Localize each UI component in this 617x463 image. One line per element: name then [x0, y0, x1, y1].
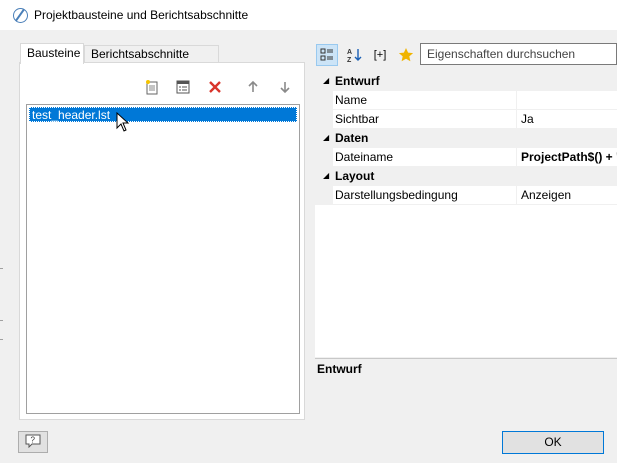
- title-bar: Projektbausteine und Berichtsabschnitte: [0, 0, 617, 30]
- bausteine-list[interactable]: test_header.lst: [26, 104, 300, 414]
- help-button[interactable]: ?: [18, 431, 48, 453]
- move-up-icon[interactable]: [245, 79, 261, 95]
- categorized-icon[interactable]: [316, 44, 338, 66]
- expand-all-button[interactable]: [+]: [369, 44, 391, 66]
- property-grid: ◢ Entwurf Name Sichtbar Ja ◢ Daten Datei…: [315, 72, 617, 357]
- divider: [0, 320, 3, 340]
- new-item-icon[interactable]: [144, 79, 160, 95]
- category-entwurf[interactable]: ◢ Entwurf: [315, 72, 617, 91]
- star-icon[interactable]: [395, 44, 417, 66]
- list-item[interactable]: test_header.lst: [29, 107, 297, 122]
- ok-button[interactable]: OK: [502, 431, 604, 454]
- divider: [0, 268, 3, 269]
- property-row-sichtbar[interactable]: Sichtbar Ja: [315, 110, 617, 129]
- property-row-name[interactable]: Name: [315, 91, 617, 110]
- property-search-input[interactable]: Eigenschaften durchsuchen: [420, 43, 617, 65]
- svg-text:A: A: [347, 49, 352, 56]
- category-layout[interactable]: ◢ Layout: [315, 167, 617, 186]
- properties-icon[interactable]: [175, 79, 191, 95]
- mouse-pointer-icon: [116, 111, 130, 135]
- description-panel: Entwurf: [315, 358, 617, 420]
- description-title: Entwurf: [317, 362, 362, 376]
- tab-berichtsabschnitte[interactable]: Berichtsabschnitte: [84, 45, 219, 63]
- svg-text:?: ?: [31, 435, 36, 444]
- svg-text:Z: Z: [347, 57, 352, 63]
- tab-bausteine[interactable]: Bausteine: [20, 43, 84, 64]
- app-icon: [13, 8, 28, 23]
- move-down-icon[interactable]: [277, 79, 293, 95]
- property-row-dateiname[interactable]: Dateiname ProjectPath$() + ": [315, 148, 617, 167]
- category-daten[interactable]: ◢ Daten: [315, 129, 617, 148]
- collapse-triangle-icon[interactable]: ◢: [323, 167, 329, 185]
- window-title: Projektbausteine und Berichtsabschnitte: [34, 8, 249, 22]
- property-row-darstellungsbedingung[interactable]: Darstellungsbedingung Anzeigen: [315, 186, 617, 205]
- sort-az-icon[interactable]: AZ: [343, 44, 365, 66]
- delete-icon[interactable]: [207, 79, 223, 95]
- collapse-triangle-icon[interactable]: ◢: [323, 129, 329, 147]
- help-icon: ?: [25, 434, 41, 451]
- collapse-triangle-icon[interactable]: ◢: [323, 72, 329, 90]
